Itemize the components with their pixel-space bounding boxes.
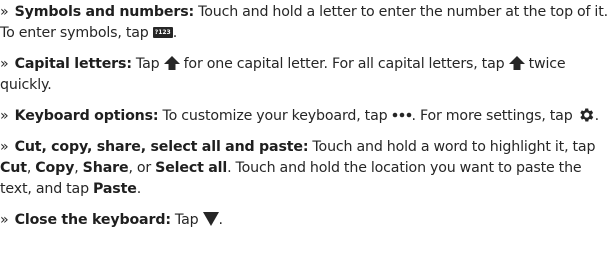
tip-label: Symbols and numbers:: [14, 4, 195, 20]
tip-label: Close the keyboard:: [14, 212, 171, 228]
tip-text: . For more settings, tap: [411, 108, 577, 124]
tip-text: , or: [128, 160, 156, 176]
tip-text: Touch and hold a word to highlight it, t…: [308, 139, 596, 155]
tip-symbols-numbers: » Symbols and numbers: Touch and hold a …: [0, 0, 612, 44]
shift-arrow-icon: [163, 56, 180, 70]
paste-term: Paste: [93, 181, 137, 197]
bullet-mark: »: [0, 56, 9, 72]
tip-label: Capital letters:: [14, 56, 132, 72]
shift-arrow-icon: [508, 56, 525, 70]
settings-gear-icon: [577, 106, 595, 124]
tip-text: for one capital letter. For all capital …: [179, 56, 509, 72]
more-dots-icon: [392, 112, 412, 118]
tip-capital-letters: » Capital letters: Tap for one capital l…: [0, 54, 612, 96]
cut-term: Cut: [0, 160, 27, 176]
tip-label: Cut, copy, share, select all and paste:: [14, 139, 309, 155]
tip-text: Tap: [170, 212, 203, 228]
tip-label: Keyboard options:: [14, 108, 159, 124]
tip-text: .: [172, 25, 178, 41]
tip-cut-copy-paste: » Cut, copy, share, select all and paste…: [0, 137, 612, 200]
bullet-mark: »: [0, 4, 9, 20]
tip-text: Tap: [131, 56, 164, 72]
tip-keyboard-options: » Keyboard options: To customize your ke…: [0, 106, 612, 127]
copy-term: Copy: [35, 160, 75, 176]
tip-text: ,: [74, 160, 83, 176]
bullet-mark: »: [0, 139, 9, 155]
tip-close-keyboard: » Close the keyboard: Tap .: [0, 210, 612, 231]
tip-text: To customize your keyboard, tap: [158, 108, 392, 124]
tip-text: .: [136, 181, 142, 197]
keyboard-tips-section: » Symbols and numbers: Touch and hold a …: [0, 0, 612, 270]
tip-text: .: [218, 212, 224, 228]
bullet-mark: »: [0, 212, 9, 228]
bullet-mark: »: [0, 108, 9, 124]
hide-keyboard-triangle-icon: [202, 212, 219, 226]
tip-text: .: [594, 108, 600, 124]
select-all-term: Select all: [155, 160, 228, 176]
share-term: Share: [82, 160, 129, 176]
symbols-key-icon: ?123: [152, 26, 173, 38]
